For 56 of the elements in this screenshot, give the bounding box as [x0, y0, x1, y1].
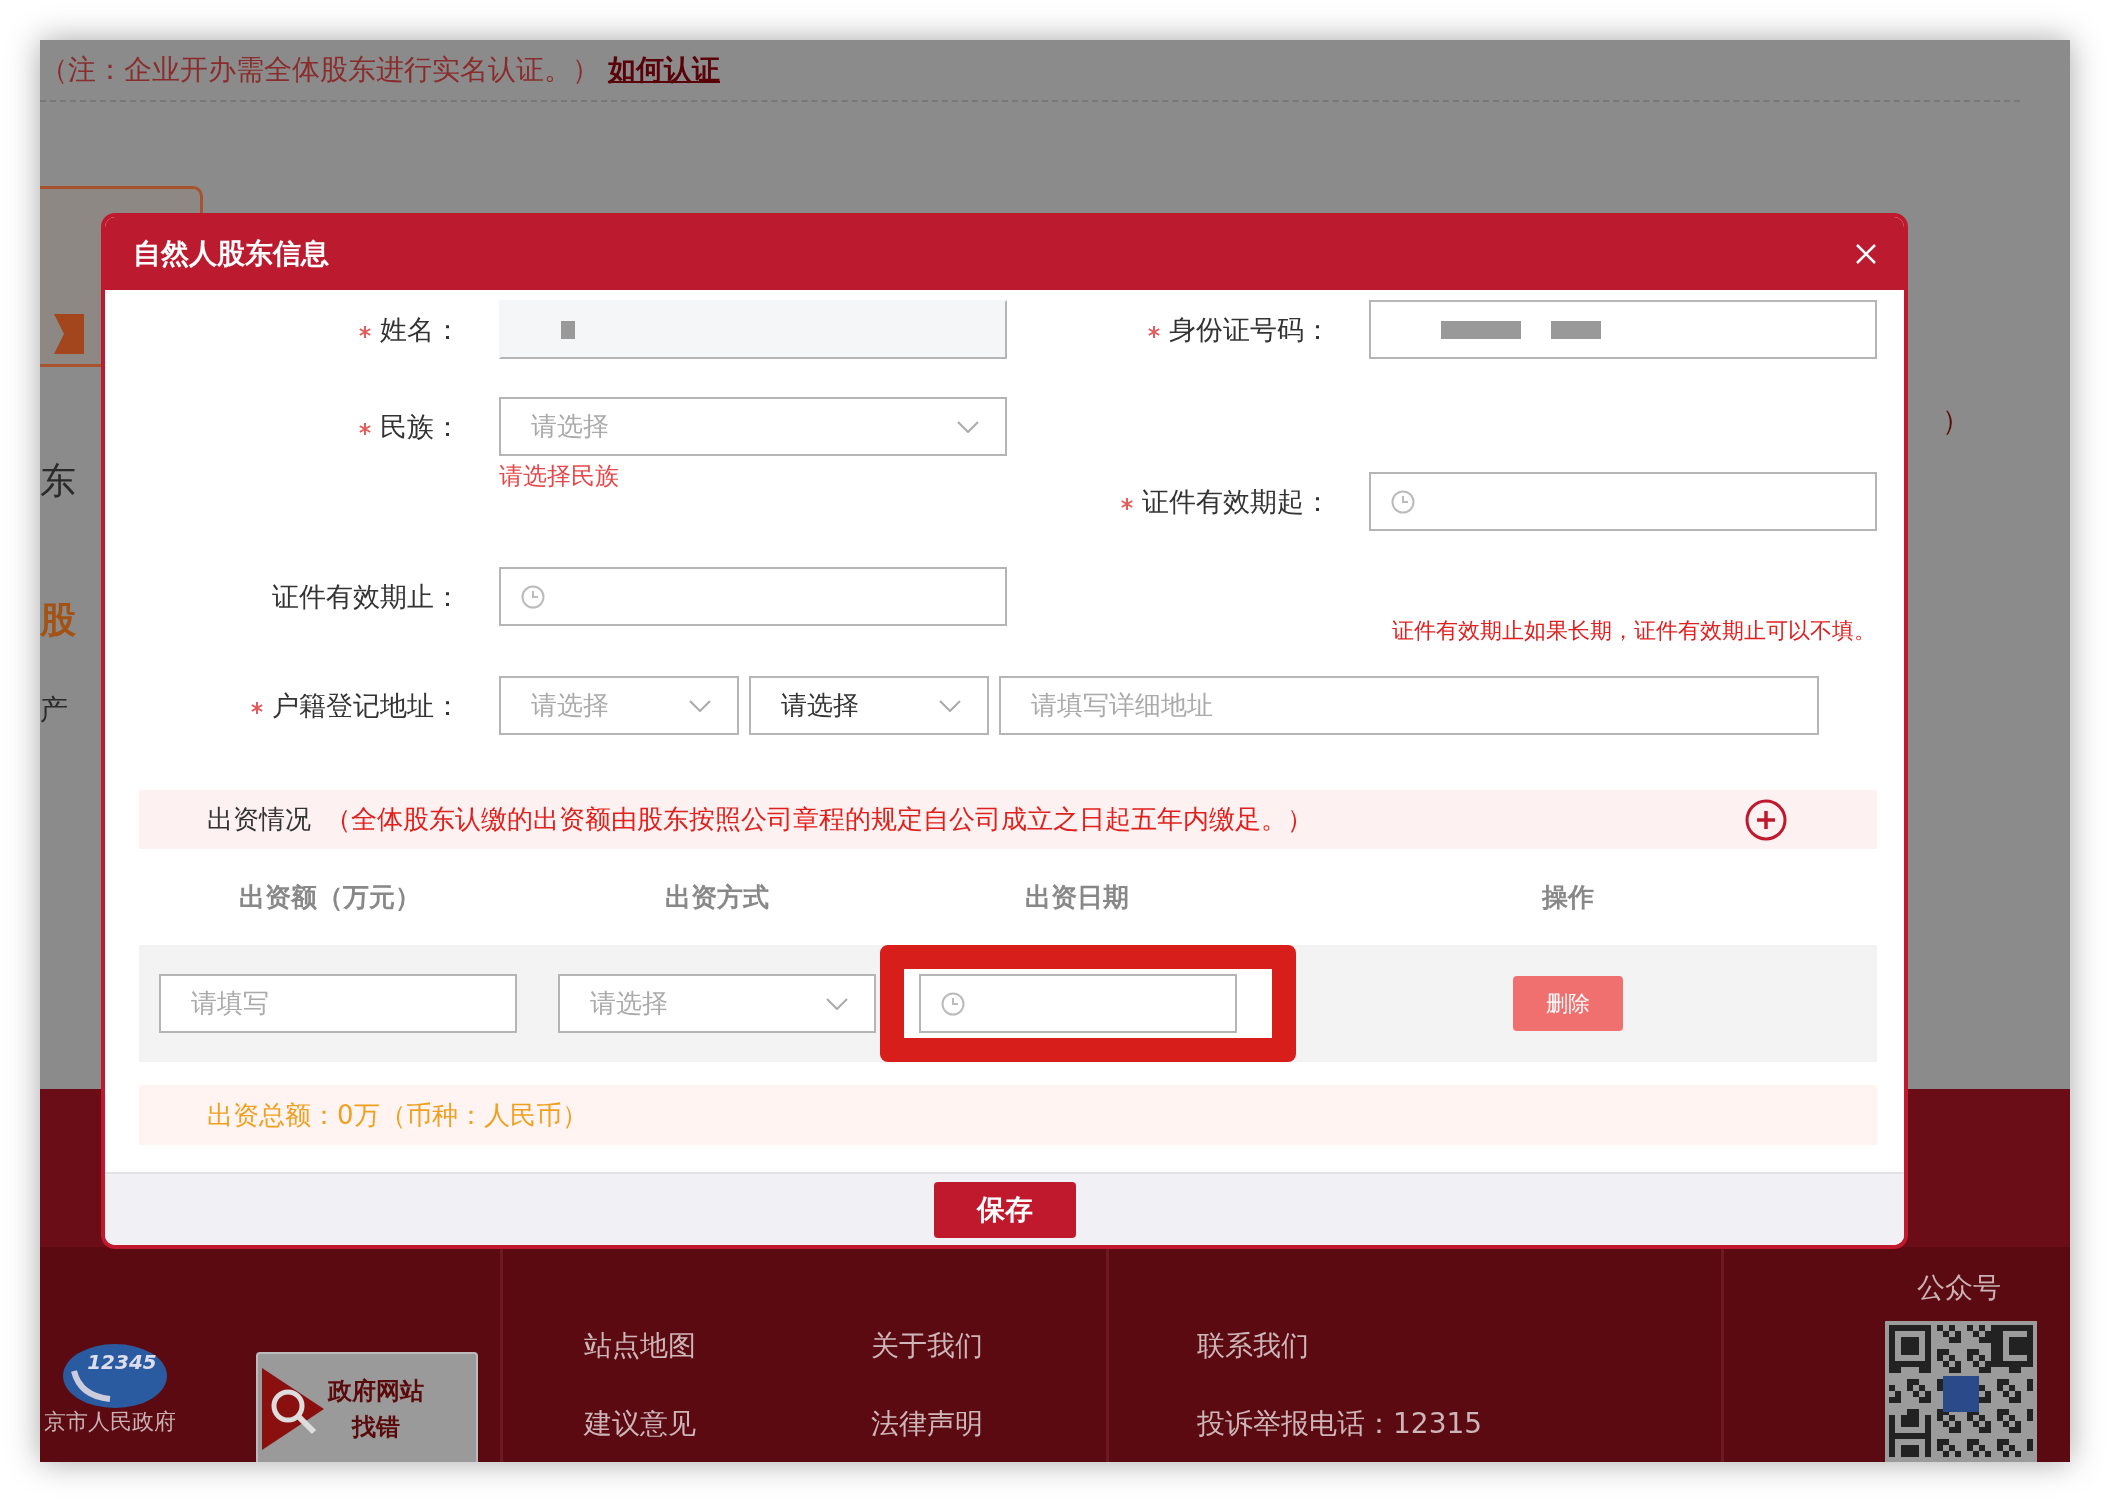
- field-label: 姓名：: [105, 311, 499, 348]
- how-to-link[interactable]: 如何认证: [608, 51, 720, 89]
- required-icon: [358, 325, 372, 339]
- report-error-badge[interactable]: 政府网站 找错: [256, 1352, 478, 1462]
- chevron-icon: [939, 699, 961, 712]
- chevron-icon: [826, 997, 848, 1010]
- date-field[interactable]: [1369, 472, 1877, 531]
- error-message: 请选择民族: [499, 461, 620, 492]
- required-icon: [358, 422, 372, 436]
- field-label: 身份证号码：: [1007, 311, 1369, 348]
- total-amount: 出资总额：0万（币种：人民币）: [139, 1085, 1877, 1145]
- hint-text: 证件有效期止如果长期，证件有效期止可以不填。: [1392, 617, 1876, 645]
- hotline-logo: 12345: [60, 1341, 170, 1411]
- chevron-icon: [689, 699, 711, 712]
- section-heading: 产: [40, 692, 69, 728]
- clock-icon: [941, 991, 965, 1016]
- add-icon[interactable]: [1745, 798, 1787, 841]
- clock-icon: [521, 584, 545, 609]
- footer-link[interactable]: 法律声明: [871, 1405, 1106, 1443]
- qr-caption: 公众号: [1917, 1270, 2001, 1306]
- footer-link[interactable]: 投诉举报电话：12315: [1197, 1405, 1721, 1443]
- column-header: 出资额（万元）: [238, 880, 422, 914]
- date-field[interactable]: [919, 974, 1237, 1033]
- redacted-block: [1551, 320, 1601, 339]
- logo-caption: 京市人民政府: [44, 1408, 176, 1436]
- ribbon-icon: [54, 314, 84, 354]
- field-label: 民族：: [105, 408, 499, 445]
- select-field[interactable]: 请选择: [749, 676, 989, 735]
- close-icon[interactable]: [1856, 243, 1876, 264]
- footer-link[interactable]: 关于我们: [871, 1327, 1106, 1365]
- badge-text: 政府网站: [328, 1376, 424, 1407]
- footer-link[interactable]: 建议意见: [584, 1405, 871, 1443]
- footer-link[interactable]: 站点地图: [584, 1327, 871, 1365]
- dialog-title: 自然人股东信息: [133, 235, 329, 272]
- save-button[interactable]: 保存: [933, 1181, 1076, 1238]
- column-header: 出资日期: [1024, 880, 1130, 914]
- required-icon: [1120, 497, 1134, 511]
- clock-icon: [1391, 489, 1415, 514]
- text-field[interactable]: [1369, 300, 1877, 359]
- footer-link[interactable]: 联系我们: [1197, 1327, 1721, 1365]
- section-text: ）: [1942, 403, 1970, 439]
- field-label: 证件有效期止：: [271, 579, 462, 614]
- required-icon: [1147, 325, 1161, 339]
- field-label: 户籍登记地址：: [105, 687, 499, 724]
- chevron-icon: [957, 420, 979, 433]
- notice-text: （注：企业开办需全体股东进行实名认证。）: [40, 52, 600, 88]
- date-field[interactable]: [499, 567, 1007, 626]
- section-heading: 东: [40, 459, 77, 503]
- redacted-block: [561, 320, 575, 339]
- column-header: 出资方式: [664, 880, 770, 914]
- section-note: （全体股东认缴的出资额由股东按照公司章程的规定自公司成立之日起五年内缴足。）: [325, 803, 1313, 836]
- required-icon: [250, 701, 264, 715]
- field-label: 证件有效期起：: [1007, 483, 1369, 520]
- badge-text: 找错: [352, 1412, 400, 1443]
- column-header: 操作: [1540, 880, 1595, 914]
- section-title: 出资情况: [207, 803, 311, 836]
